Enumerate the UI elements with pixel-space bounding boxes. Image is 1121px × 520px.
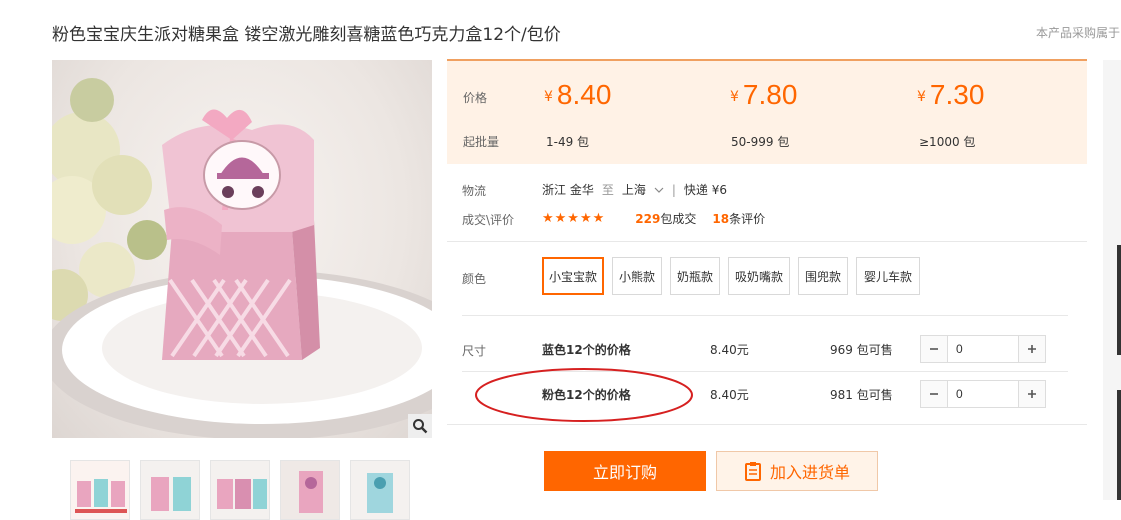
edge-block — [1117, 390, 1121, 500]
divider — [447, 424, 1087, 425]
price-tier-2: ¥7.80 — [730, 79, 797, 111]
add-to-cart-label: 加入进货单 — [769, 463, 850, 482]
main-product-image[interactable] — [52, 60, 432, 438]
thumbnail-4[interactable] — [280, 460, 340, 520]
decrement-button[interactable] — [921, 381, 947, 407]
currency-symbol: ¥ — [544, 89, 553, 105]
zoom-button[interactable] — [408, 414, 432, 438]
size-row: 蓝色12个的价格 8.40元 969 包可售 — [542, 327, 1062, 371]
price-label: 价格 — [463, 91, 488, 105]
quantity-input[interactable] — [947, 336, 1019, 362]
moq-label: 起批量 — [463, 135, 500, 149]
size-name: 蓝色12个的价格 — [542, 342, 631, 357]
currency-symbol: ¥ — [730, 89, 739, 105]
thumbnail-3[interactable] — [210, 460, 270, 520]
size-stock: 981 包可售 — [830, 387, 893, 402]
minus-icon — [930, 348, 938, 350]
size-label: 尺寸 — [462, 344, 487, 358]
thumbnail-2[interactable] — [140, 460, 200, 520]
size-row: 粉色12个的价格 8.40元 981 包可售 — [542, 372, 1062, 416]
plus-icon — [1028, 345, 1036, 353]
right-panel-edge — [1103, 60, 1121, 500]
price-tier-3: ¥7.30 — [917, 79, 984, 111]
divider — [447, 241, 1087, 242]
color-option-bottle[interactable]: 奶瓶款 — [670, 257, 720, 295]
thumbnail-5[interactable] — [350, 460, 410, 520]
thumbnail-1[interactable] — [70, 460, 130, 520]
tier-price: 8.40 — [556, 79, 612, 110]
thumbnail-strip — [70, 460, 410, 520]
deal-count-link[interactable]: 229包成交 — [635, 210, 696, 227]
destination: 上海 — [621, 183, 646, 197]
price-panel: 价格 起批量 ¥8.40 ¥7.80 ¥7.30 1-49 包 50-999 包… — [447, 59, 1087, 164]
tier-qty-3: ≥1000 包 — [919, 135, 976, 149]
price-tier-1: ¥8.40 — [544, 79, 611, 111]
quantity-stepper — [920, 380, 1046, 408]
color-option-pacifier[interactable]: 吸奶嘴款 — [728, 257, 790, 295]
tier-price: 7.30 — [929, 79, 985, 110]
deal-count: 229 — [635, 212, 661, 226]
increment-button[interactable] — [1019, 381, 1045, 407]
increment-button[interactable] — [1019, 336, 1045, 362]
product-photo — [52, 78, 432, 438]
review-count-link[interactable]: 18条评价 — [712, 210, 765, 227]
color-label: 颜色 — [462, 272, 487, 286]
quantity-stepper — [920, 335, 1046, 363]
shipping-fee: 快递 ¥6 — [683, 183, 727, 197]
destination-select[interactable]: 上海 — [622, 181, 664, 198]
size-name: 粉色12个的价格 — [542, 387, 631, 402]
color-options: 小宝宝款 小熊款 奶瓶款 吸奶嘴款 围兜款 婴儿车款 — [542, 257, 920, 295]
tier-price: 7.80 — [742, 79, 798, 110]
tier-qty-2: 50-999 包 — [731, 135, 790, 149]
minus-icon — [930, 393, 938, 395]
list-icon — [744, 462, 761, 481]
color-option-baby[interactable]: 小宝宝款 — [542, 257, 604, 295]
add-to-cart-button[interactable]: 加入进货单 — [716, 451, 878, 491]
color-option-bib[interactable]: 围兜款 — [798, 257, 848, 295]
currency-symbol: ¥ — [917, 89, 926, 105]
star-rating: ★★★★★ — [542, 211, 606, 226]
to-label: 至 — [601, 183, 614, 197]
logistics-label: 物流 — [462, 184, 487, 198]
size-stock: 969 包可售 — [830, 342, 893, 357]
quantity-input[interactable] — [947, 381, 1019, 407]
rating-info: ★★★★★ 229包成交 18条评价 — [542, 210, 765, 227]
review-suffix: 条评价 — [729, 212, 766, 226]
divider — [462, 315, 1068, 316]
size-price: 8.40元 — [710, 387, 749, 402]
product-title: 粉色宝宝庆生派对糖果盒 镂空激光雕刻喜糖蓝色巧克力盒12个/包价 — [52, 25, 561, 45]
chevron-down-icon — [654, 187, 664, 193]
buy-now-button[interactable]: 立即订购 — [544, 451, 706, 491]
size-price: 8.40元 — [710, 342, 749, 357]
review-count: 18 — [712, 212, 730, 226]
side-note: 本产品采购属于 — [1036, 26, 1121, 40]
decrement-button[interactable] — [921, 336, 947, 362]
color-option-bear[interactable]: 小熊款 — [612, 257, 662, 295]
origin: 浙江 金华 — [542, 183, 594, 197]
logistics-info: 浙江 金华 至 上海 | 快递 ¥6 — [542, 181, 727, 198]
magnifier-icon — [413, 419, 428, 434]
plus-icon — [1028, 390, 1036, 398]
deal-suffix: 包成交 — [660, 212, 697, 226]
edge-block — [1117, 245, 1121, 355]
separator: | — [671, 182, 676, 197]
deals-label: 成交\评价 — [462, 213, 515, 227]
tier-qty-1: 1-49 包 — [546, 135, 590, 149]
color-option-stroller[interactable]: 婴儿车款 — [856, 257, 920, 295]
